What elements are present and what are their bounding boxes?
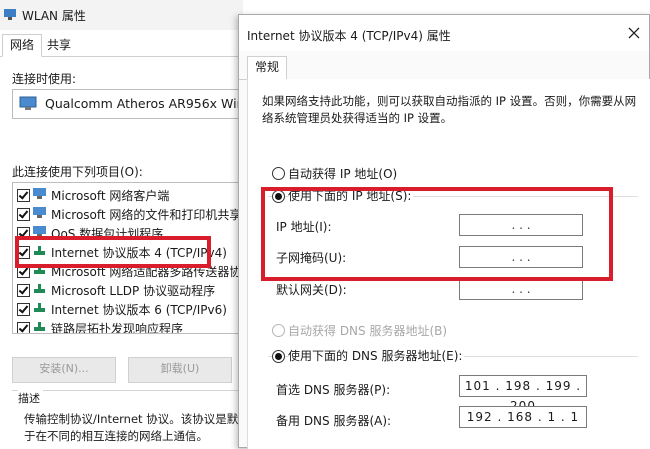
intro-line-2: 络系统管理员处获得适当的 IP 设置。 [262, 111, 453, 125]
use-dns-label[interactable]: 使用下面的 DNS 服务器地址(E): [288, 347, 465, 364]
adapter-icon [19, 96, 37, 110]
highlight-ipv4-item [15, 236, 211, 268]
alternate-dns-field[interactable]: 192 . 168 . 1 . 1 [459, 406, 587, 428]
list-item[interactable]: Internet 协议版本 6 (TCP/IPv6) [17, 300, 242, 318]
protocol-icon [34, 303, 45, 312]
checkbox[interactable] [17, 189, 30, 202]
description-group: 描述 传输控制协议/Internet 协议。该协议是默认 于在不同的相互连接的网… [12, 390, 250, 449]
checkbox[interactable] [17, 208, 30, 221]
list-item[interactable]: 链路层拓扑发现响应程序 [17, 319, 242, 334]
intro-line-1: 如果网络支持此功能，则可以获取自动指派的 IP 设置。否则，你需要从网 [262, 94, 637, 108]
description-line-1: 传输控制协议/Internet 协议。该协议是默认 [24, 412, 250, 426]
ipv4-properties-dialog: Internet 协议版本 4 (TCP/IPv4) 属性 常规 如果网络支持此… [238, 14, 650, 449]
adapter-box: Qualcomm Atheros AR956x Wireless [12, 89, 273, 119]
auto-ip-radio[interactable] [272, 167, 285, 180]
dialog-title-bar[interactable]: Internet 协议版本 4 (TCP/IPv4) 属性 [239, 15, 649, 51]
use-dns-radio[interactable] [272, 350, 285, 363]
protocol-icon [34, 322, 45, 331]
tab-network[interactable]: 网络 [2, 34, 43, 57]
wlan-title-bar[interactable]: WLAN 属性 [0, 0, 243, 30]
connect-using-label: 连接时使用: [12, 72, 77, 86]
install-button[interactable]: 安装(N)... [12, 357, 116, 383]
tab-sharing[interactable]: 共享 [40, 35, 78, 56]
description-label: 描述 [18, 390, 43, 406]
gateway-field[interactable]: . . . [459, 278, 583, 300]
list-item[interactable]: Microsoft 网络客户端 [17, 186, 242, 204]
list-item-label: Microsoft 网络的文件和打印机共享 [51, 208, 242, 222]
list-item-label: Microsoft LLDP 协议驱动程序 [51, 284, 216, 298]
highlight-manual-ip [261, 187, 613, 281]
gateway-label: 默认网关(D): [276, 283, 347, 297]
protocol-icon [34, 284, 45, 293]
list-item-label: Microsoft 网络客户端 [51, 189, 170, 203]
alternate-dns-label: 备用 DNS 服务器(A): [276, 414, 392, 428]
client-icon [33, 188, 46, 199]
checkbox[interactable] [17, 284, 30, 297]
gateway-dots: . . . [511, 282, 531, 296]
wlan-title: WLAN 属性 [22, 9, 86, 23]
dialog-title: Internet 协议版本 4 (TCP/IPv4) 属性 [247, 29, 451, 43]
auto-dns-radio[interactable] [272, 324, 285, 337]
list-item-label: 链路层拓扑发现响应程序 [51, 322, 184, 334]
wlan-properties-window: WLAN 属性 网络 共享 连接时使用: Qualcomm Atheros AR… [0, 0, 273, 449]
dialog-tabs: 常规 [239, 56, 649, 80]
list-item[interactable]: Microsoft LLDP 协议驱动程序 [17, 281, 242, 299]
network-icon [4, 9, 16, 20]
list-item[interactable]: Microsoft 网络的文件和打印机共享 [17, 205, 242, 223]
tab-general[interactable]: 常规 [247, 56, 288, 80]
close-icon[interactable] [625, 24, 643, 42]
uninstall-button[interactable]: 卸载(U) [128, 357, 232, 383]
wlan-tabs: 网络 共享 [0, 34, 243, 57]
checkbox[interactable] [17, 322, 30, 333]
list-item-label: Internet 协议版本 6 (TCP/IPv6) [51, 303, 227, 317]
auto-ip-label[interactable]: 自动获得 IP 地址(O) [288, 165, 397, 182]
items-label: 此连接使用下列项目(O): [12, 165, 143, 179]
auto-dns-label[interactable]: 自动获得 DNS 服务器地址(B) [288, 322, 447, 339]
client-icon [33, 207, 46, 218]
description-line-2: 于在不同的相互连接的网络上通信。 [24, 429, 208, 443]
preferred-dns-label: 首选 DNS 服务器(P): [276, 383, 391, 397]
checkbox[interactable] [17, 303, 30, 316]
preferred-dns-field[interactable]: 101 . 198 . 199 . 200 [459, 375, 587, 413]
